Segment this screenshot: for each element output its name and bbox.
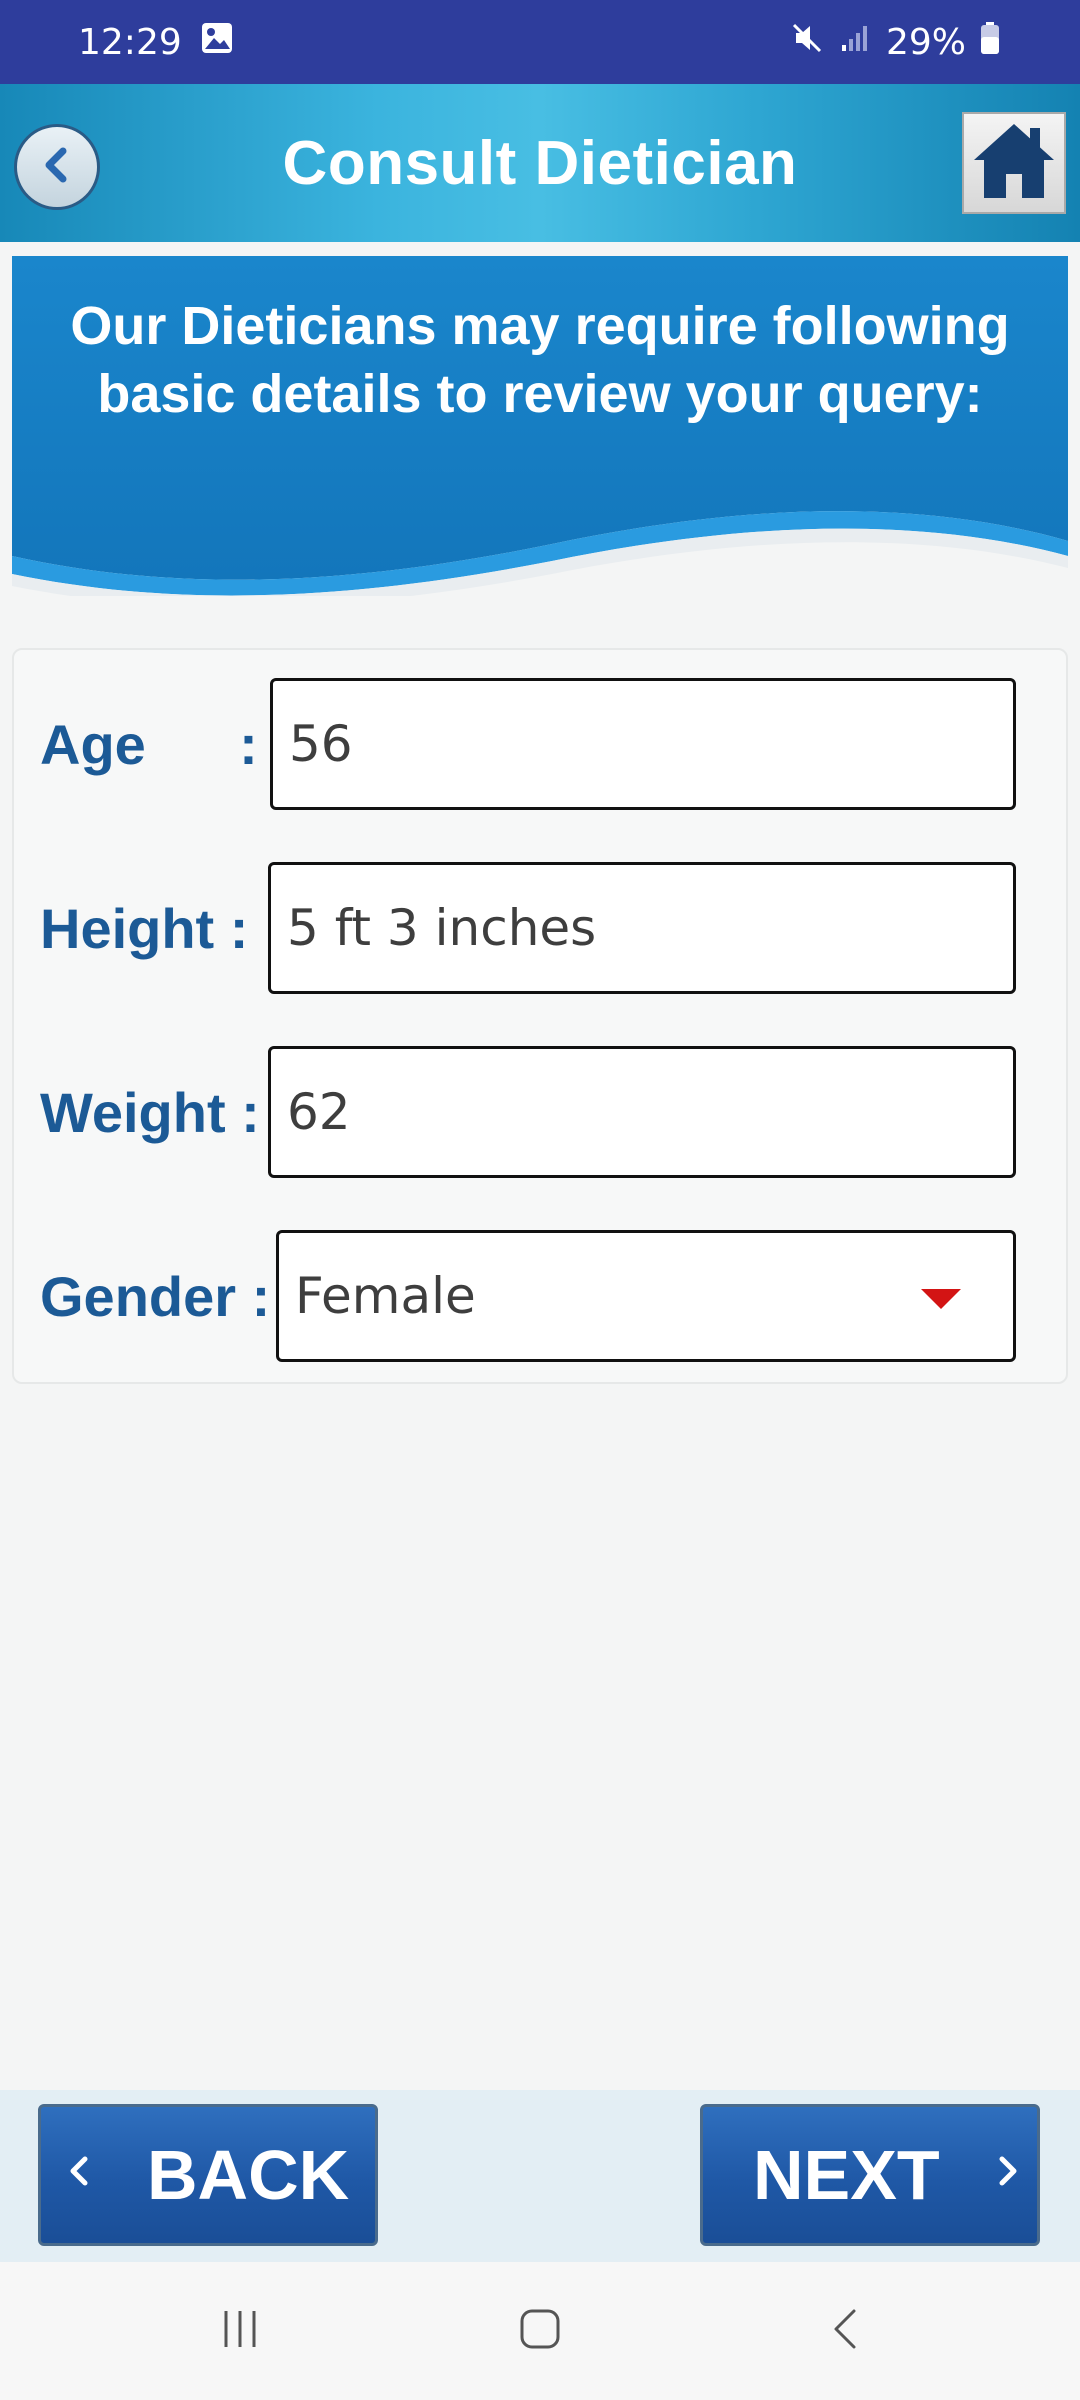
status-right: 29% bbox=[790, 21, 1000, 64]
bottom-action-bar: BACK NEXT bbox=[0, 2090, 1080, 2262]
mute-icon bbox=[790, 21, 824, 64]
height-input[interactable] bbox=[268, 862, 1016, 994]
back-nav-icon bbox=[824, 2307, 868, 2356]
height-row: Height : bbox=[14, 862, 1070, 994]
home-button[interactable] bbox=[962, 112, 1066, 214]
back-chevron-icon bbox=[35, 143, 79, 192]
header-back-button[interactable] bbox=[14, 124, 100, 210]
info-banner: Our Dieticians may require following bas… bbox=[12, 256, 1068, 596]
home-nav-icon bbox=[518, 2307, 562, 2356]
app-header: Consult Dietician bbox=[0, 84, 1080, 242]
weight-label: Weight : bbox=[40, 1080, 260, 1144]
home-icon bbox=[970, 120, 1058, 207]
next-button[interactable]: NEXT bbox=[700, 2104, 1040, 2246]
back-nav-button[interactable] bbox=[796, 2262, 896, 2400]
status-time: 12:29 bbox=[78, 21, 182, 63]
age-label: Age : bbox=[40, 712, 258, 776]
status-bar: 12:29 29% bbox=[0, 0, 1080, 84]
age-input[interactable] bbox=[270, 678, 1016, 810]
signal-icon bbox=[838, 21, 872, 64]
status-left: 12:29 bbox=[78, 21, 234, 64]
home-nav-button[interactable] bbox=[490, 2262, 590, 2400]
back-button[interactable]: BACK bbox=[38, 2104, 378, 2246]
battery-icon bbox=[980, 21, 1000, 64]
banner-line-1: Our Dieticians may require following bbox=[70, 296, 1010, 356]
gender-row: Gender : Female bbox=[14, 1230, 1070, 1362]
banner-line-2: basic details to review your query: bbox=[97, 364, 983, 424]
weight-row: Weight : bbox=[14, 1046, 1070, 1178]
chevron-left-icon bbox=[63, 2148, 93, 2202]
recent-apps-button[interactable] bbox=[190, 2262, 290, 2400]
height-label: Height : bbox=[40, 896, 249, 960]
weight-input[interactable] bbox=[268, 1046, 1016, 1178]
gender-selected-value: Female bbox=[295, 1267, 476, 1325]
chevron-right-icon bbox=[994, 2148, 1024, 2202]
age-row: Age : bbox=[14, 678, 1070, 810]
next-button-label: NEXT bbox=[753, 2136, 940, 2214]
dropdown-arrow-icon bbox=[921, 1289, 961, 1309]
system-navigation-bar bbox=[0, 2262, 1080, 2400]
back-button-label: BACK bbox=[147, 2136, 350, 2214]
image-icon bbox=[200, 21, 234, 64]
gender-label: Gender : bbox=[40, 1264, 271, 1328]
recent-apps-icon bbox=[218, 2307, 262, 2356]
details-form: Age : Height : Weight : Gender : Female bbox=[12, 648, 1068, 1384]
gender-select[interactable]: Female bbox=[276, 1230, 1016, 1362]
battery-percentage: 29% bbox=[885, 21, 966, 63]
page-title: Consult Dietician bbox=[282, 128, 798, 198]
banner-text: Our Dieticians may require following bas… bbox=[12, 292, 1068, 428]
